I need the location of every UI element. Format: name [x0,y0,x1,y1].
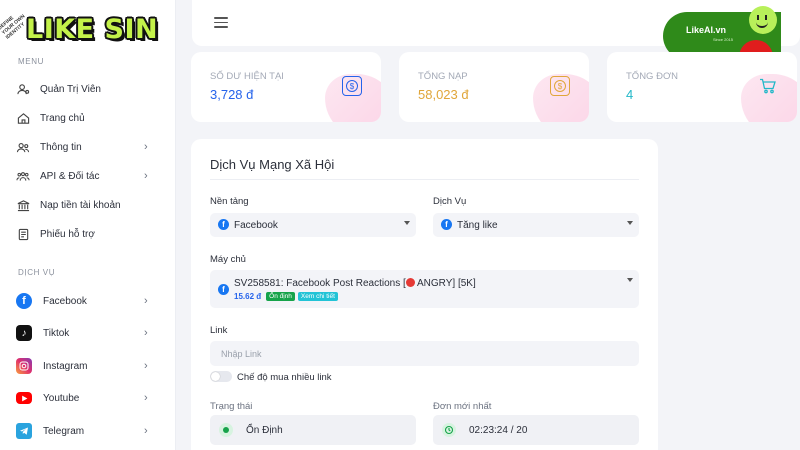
sidebar-item-label: API & Đối tác [40,170,100,182]
sidebar: DEFINE YOUR OWN IDENTITY LIKE SIN MENU Q… [0,0,176,450]
brand-logo[interactable]: DEFINE YOUR OWN IDENTITY LIKE SIN [0,10,170,50]
server-price: 15.62 đ [234,292,262,301]
sidebar-item-label: Instagram [43,360,88,372]
service-select-value: Tăng like [457,220,498,231]
sidebar-item-tiktok[interactable]: ♪ Tiktok › [0,319,176,347]
sidebar-item-label: Quản Trị Viên [40,83,101,95]
partners-icon [16,169,30,183]
sidebar-item-instagram[interactable]: Instagram › [0,352,176,380]
stat-value: 58,023 đ [418,87,469,102]
sidebar-item-youtube[interactable]: Youtube › [0,384,176,412]
angry-emoji-icon [405,278,415,287]
chevron-right-icon: › [144,170,148,182]
dollar-icon: $ [550,76,570,96]
state-value: Ổn Định [246,425,283,436]
facebook-icon: f [16,293,32,309]
stat-card-total-deposit: TỔNG NẠP 58,023 đ $ [399,52,589,122]
link-label: Link [210,325,228,336]
caret-down-icon [404,221,410,225]
service-select[interactable]: f Tăng like [433,213,639,237]
youtube-icon [16,392,32,404]
server-detail-badge[interactable]: Xem chi tiết [297,292,338,301]
caret-down-icon [627,278,633,282]
new-order-label: Đơn mới nhất [433,401,492,412]
platform-select[interactable]: f Facebook [210,213,416,237]
state-box: Ổn Định [210,415,416,445]
sidebar-item-support-ticket[interactable]: Phiếu hỗ trợ [0,220,176,248]
sidebar-item-label: Telegram [43,425,85,437]
cart-icon [758,76,778,96]
server-label: Máy chủ [210,254,246,265]
new-order-box: 02:23:24 / 20 [433,415,639,445]
sidebar-item-label: Nạp tiền tài khoản [40,199,121,211]
sidebar-item-label: Thông tin [40,141,82,153]
server-meta: 15.62 đ Ổn định Xem chi tiết [234,292,338,301]
sidebar-item-api-partners[interactable]: API & Đối tác › [0,162,176,190]
stat-value: 4 [626,87,634,102]
multi-link-toggle[interactable] [210,371,232,382]
platform-select-value: Facebook [234,220,278,231]
bank-icon [16,198,30,212]
chevron-right-icon: › [144,425,148,437]
divider [210,179,639,180]
chevron-right-icon: › [144,392,148,404]
likeai-badge-title: LikeAI.vn [686,25,727,35]
clock-icon [442,423,456,437]
sidebar-item-info[interactable]: Thông tin › [0,133,176,161]
users-icon [16,140,30,154]
sidebar-item-label: Youtube [43,392,80,404]
service-label: Dịch Vụ [433,196,467,207]
home-icon [16,111,30,125]
sidebar-item-label: Facebook [43,295,87,307]
sidebar-item-telegram[interactable]: Telegram › [0,417,176,445]
sidebar-item-label: Trang chủ [40,112,85,124]
caret-down-icon [627,221,633,225]
chevron-right-icon: › [144,327,148,339]
new-order-value: 02:23:24 / 20 [469,425,528,436]
stat-card-balance: SỐ DƯ HIỆN TẠI 3,728 đ $ [191,52,381,122]
stat-title: TỔNG ĐƠN [626,71,678,82]
sidebar-item-label: Tiktok [43,327,70,339]
telegram-icon [16,423,32,439]
stat-title: TỔNG NẠP [418,71,468,82]
facebook-icon: f [218,219,229,230]
tiktok-icon: ♪ [16,325,32,341]
likeai-badge-sub: Since 2015 [713,37,734,42]
dollar-icon: $ [342,76,362,96]
server-select[interactable]: f SV258581: Facebook Post Reactions [ AN… [210,270,639,308]
state-label: Trạng thái [210,401,253,412]
sidebar-item-label: Phiếu hỗ trợ [40,228,95,240]
sidebar-item-admin[interactable]: Quản Trị Viên [0,75,176,103]
sidebar-item-home[interactable]: Trang chủ [0,104,176,132]
facebook-icon: f [441,219,452,230]
hamburger-menu-icon[interactable] [214,17,228,28]
sidebar-item-facebook[interactable]: f Facebook › [0,287,176,315]
link-input[interactable] [210,341,639,366]
chevron-right-icon: › [144,295,148,307]
chevron-right-icon: › [144,360,148,372]
form-title: Dịch Vụ Mạng Xã Hội [210,157,335,172]
stat-value: 3,728 đ [210,87,254,102]
status-dot-icon [219,423,233,437]
chevron-right-icon: › [144,141,148,153]
server-select-value: SV258581: Facebook Post Reactions [ ANGR… [234,278,476,289]
user-admin-icon [16,82,30,96]
sidebar-item-deposit[interactable]: Nạp tiền tài khoản [0,191,176,219]
facebook-icon: f [218,284,229,295]
smiley-face-icon [749,6,777,34]
brand-name: LIKE SIN [26,14,159,45]
menu-section-label: MENU [18,57,44,66]
multi-link-label: Chế độ mua nhiều link [237,372,332,383]
stat-card-total-orders: TỔNG ĐƠN 4 [607,52,797,122]
ticket-icon [16,227,30,241]
instagram-icon [16,358,32,374]
platform-label: Nền tảng [210,196,249,207]
stat-title: SỐ DƯ HIỆN TẠI [210,71,284,82]
server-status-badge: Ổn định [266,292,295,301]
services-section-label: DỊCH VỤ [18,268,56,277]
